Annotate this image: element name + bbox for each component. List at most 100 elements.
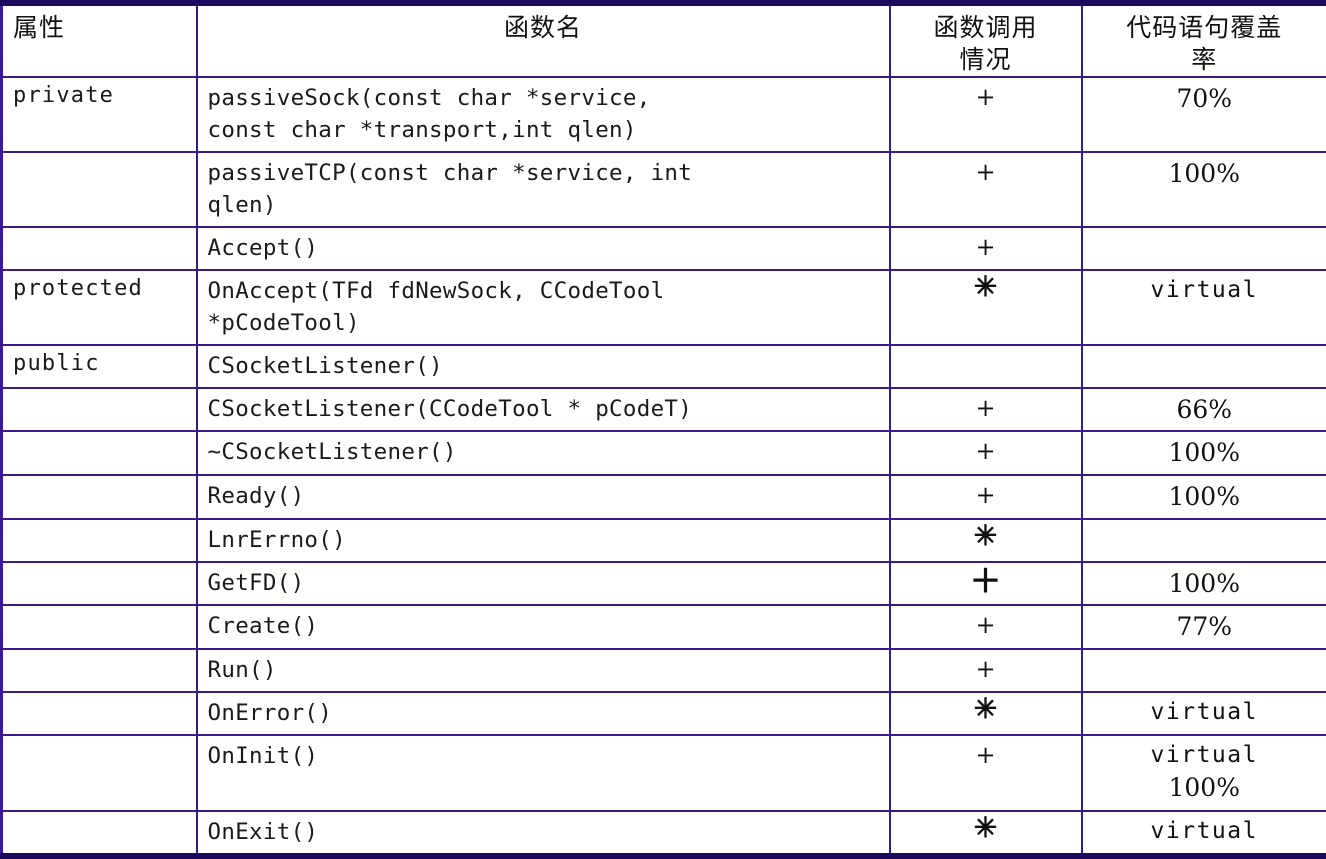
cell-attribute: private: [2, 77, 197, 152]
cell-function-name: OnInit(): [197, 735, 890, 811]
function-signature: LnrErrno(): [198, 520, 889, 561]
cell-call-status: ✳: [890, 811, 1082, 856]
function-signature: OnAccept(TFd fdNewSock, CCodeTool *pCode…: [198, 271, 889, 344]
coverage-percent: 100%: [1087, 480, 1323, 514]
call-status-symbol: ✳: [891, 693, 1081, 727]
table-row: Run()+: [2, 649, 1326, 692]
attribute-value: [3, 476, 196, 485]
cell-attribute: [2, 388, 197, 432]
call-status-symbol: ✳: [891, 271, 1081, 305]
cell-call-status: +: [890, 475, 1082, 519]
function-signature: OnInit(): [198, 736, 889, 777]
table-header: 属性 函数名 函数调用 情况 代码语句覆盖 率: [2, 3, 1326, 77]
call-status-symbol: [891, 346, 1081, 355]
coverage-value: 100%: [1083, 432, 1326, 474]
function-signature: Accept(): [198, 228, 889, 269]
cell-function-name: CSocketListener(): [197, 345, 890, 388]
call-status-symbol: +: [891, 78, 1081, 116]
cell-coverage: virtual: [1082, 270, 1326, 345]
column-header-call-status: 函数调用 情况: [890, 3, 1082, 77]
attribute-value: protected: [3, 271, 196, 305]
cell-attribute: [2, 735, 197, 811]
call-status-symbol: +: [891, 476, 1081, 514]
attribute-value: [3, 650, 196, 659]
coverage-keyword: virtual: [1087, 816, 1323, 847]
cell-attribute: [2, 605, 197, 649]
function-signature: Ready(): [198, 476, 889, 517]
coverage-percent: 100%: [1087, 771, 1323, 805]
function-signature: Create(): [198, 606, 889, 647]
cell-coverage: 100%: [1082, 562, 1326, 606]
coverage-value: 70%: [1083, 78, 1326, 120]
table-row: Ready()+100%: [2, 475, 1326, 519]
call-status-symbol: +: [891, 228, 1081, 266]
column-header-coverage-label: 代码语句覆盖 率: [1083, 6, 1326, 76]
table-row: privatepassiveSock(const char *service, …: [2, 77, 1326, 152]
column-header-function-name: 函数名: [197, 3, 890, 77]
table-row: GetFD()＋100%: [2, 562, 1326, 606]
cell-coverage: virtual: [1082, 811, 1326, 856]
cell-function-name: CSocketListener(CCodeTool * pCodeT): [197, 388, 890, 432]
function-signature: passiveTCP(const char *service, int qlen…: [198, 153, 889, 226]
attribute-value: [3, 736, 196, 745]
table-row: Accept()+: [2, 227, 1326, 270]
table-row: OnInit()+virtual100%: [2, 735, 1326, 811]
attribute-value: [3, 153, 196, 162]
cell-coverage: 70%: [1082, 77, 1326, 152]
attribute-value: [3, 520, 196, 529]
attribute-value: [3, 432, 196, 441]
cell-coverage: virtual100%: [1082, 735, 1326, 811]
cell-coverage: [1082, 649, 1326, 692]
cell-function-name: passiveTCP(const char *service, int qlen…: [197, 152, 890, 227]
cell-function-name: passiveSock(const char *service, const c…: [197, 77, 890, 152]
coverage-value: virtual100%: [1083, 736, 1326, 809]
call-status-symbol: ＋: [891, 563, 1081, 601]
cell-call-status: +: [890, 431, 1082, 475]
table-row: OnExit()✳virtual: [2, 811, 1326, 856]
coverage-value: [1083, 346, 1326, 354]
attribute-value: [3, 606, 196, 615]
coverage-value: 66%: [1083, 389, 1326, 431]
cell-attribute: [2, 519, 197, 562]
function-signature: OnError(): [198, 693, 889, 734]
coverage-value: [1083, 228, 1326, 236]
column-header-attribute: 属性: [2, 3, 197, 77]
cell-function-name: Ready(): [197, 475, 890, 519]
attribute-value: [3, 693, 196, 702]
cell-attribute: public: [2, 345, 197, 388]
header-row: 属性 函数名 函数调用 情况 代码语句覆盖 率: [2, 3, 1326, 77]
column-header-attribute-label: 属性: [3, 6, 196, 44]
cell-call-status: +: [890, 388, 1082, 432]
table-row: passiveTCP(const char *service, int qlen…: [2, 152, 1326, 227]
table-body: privatepassiveSock(const char *service, …: [2, 77, 1326, 856]
attribute-value: [3, 228, 196, 237]
cell-function-name: OnExit(): [197, 811, 890, 856]
call-status-symbol: ✳: [891, 812, 1081, 846]
coverage-value: 77%: [1083, 606, 1326, 648]
coverage-value: 100%: [1083, 563, 1326, 605]
coverage-value: [1083, 520, 1326, 528]
coverage-value: [1083, 650, 1326, 658]
table-row: publicCSocketListener(): [2, 345, 1326, 388]
cell-function-name: Create(): [197, 605, 890, 649]
function-signature: ~CSocketListener(): [198, 432, 889, 473]
cell-call-status: ✳: [890, 519, 1082, 562]
cell-attribute: [2, 152, 197, 227]
cell-attribute: [2, 649, 197, 692]
cell-coverage: 100%: [1082, 152, 1326, 227]
cell-coverage: 100%: [1082, 431, 1326, 475]
function-signature: GetFD(): [198, 563, 889, 604]
cell-call-status: +: [890, 152, 1082, 227]
attribute-value: [3, 563, 196, 572]
cell-attribute: [2, 811, 197, 856]
table-row: Create()+77%: [2, 605, 1326, 649]
cell-coverage: virtual: [1082, 692, 1326, 735]
table-row: CSocketListener(CCodeTool * pCodeT)+66%: [2, 388, 1326, 432]
cell-call-status: +: [890, 649, 1082, 692]
attribute-value: public: [3, 346, 196, 380]
table-row: OnError()✳virtual: [2, 692, 1326, 735]
cell-function-name: OnAccept(TFd fdNewSock, CCodeTool *pCode…: [197, 270, 890, 345]
call-status-symbol: +: [891, 153, 1081, 191]
coverage-keyword: virtual: [1087, 697, 1323, 728]
coverage-percent: 100%: [1087, 436, 1323, 470]
